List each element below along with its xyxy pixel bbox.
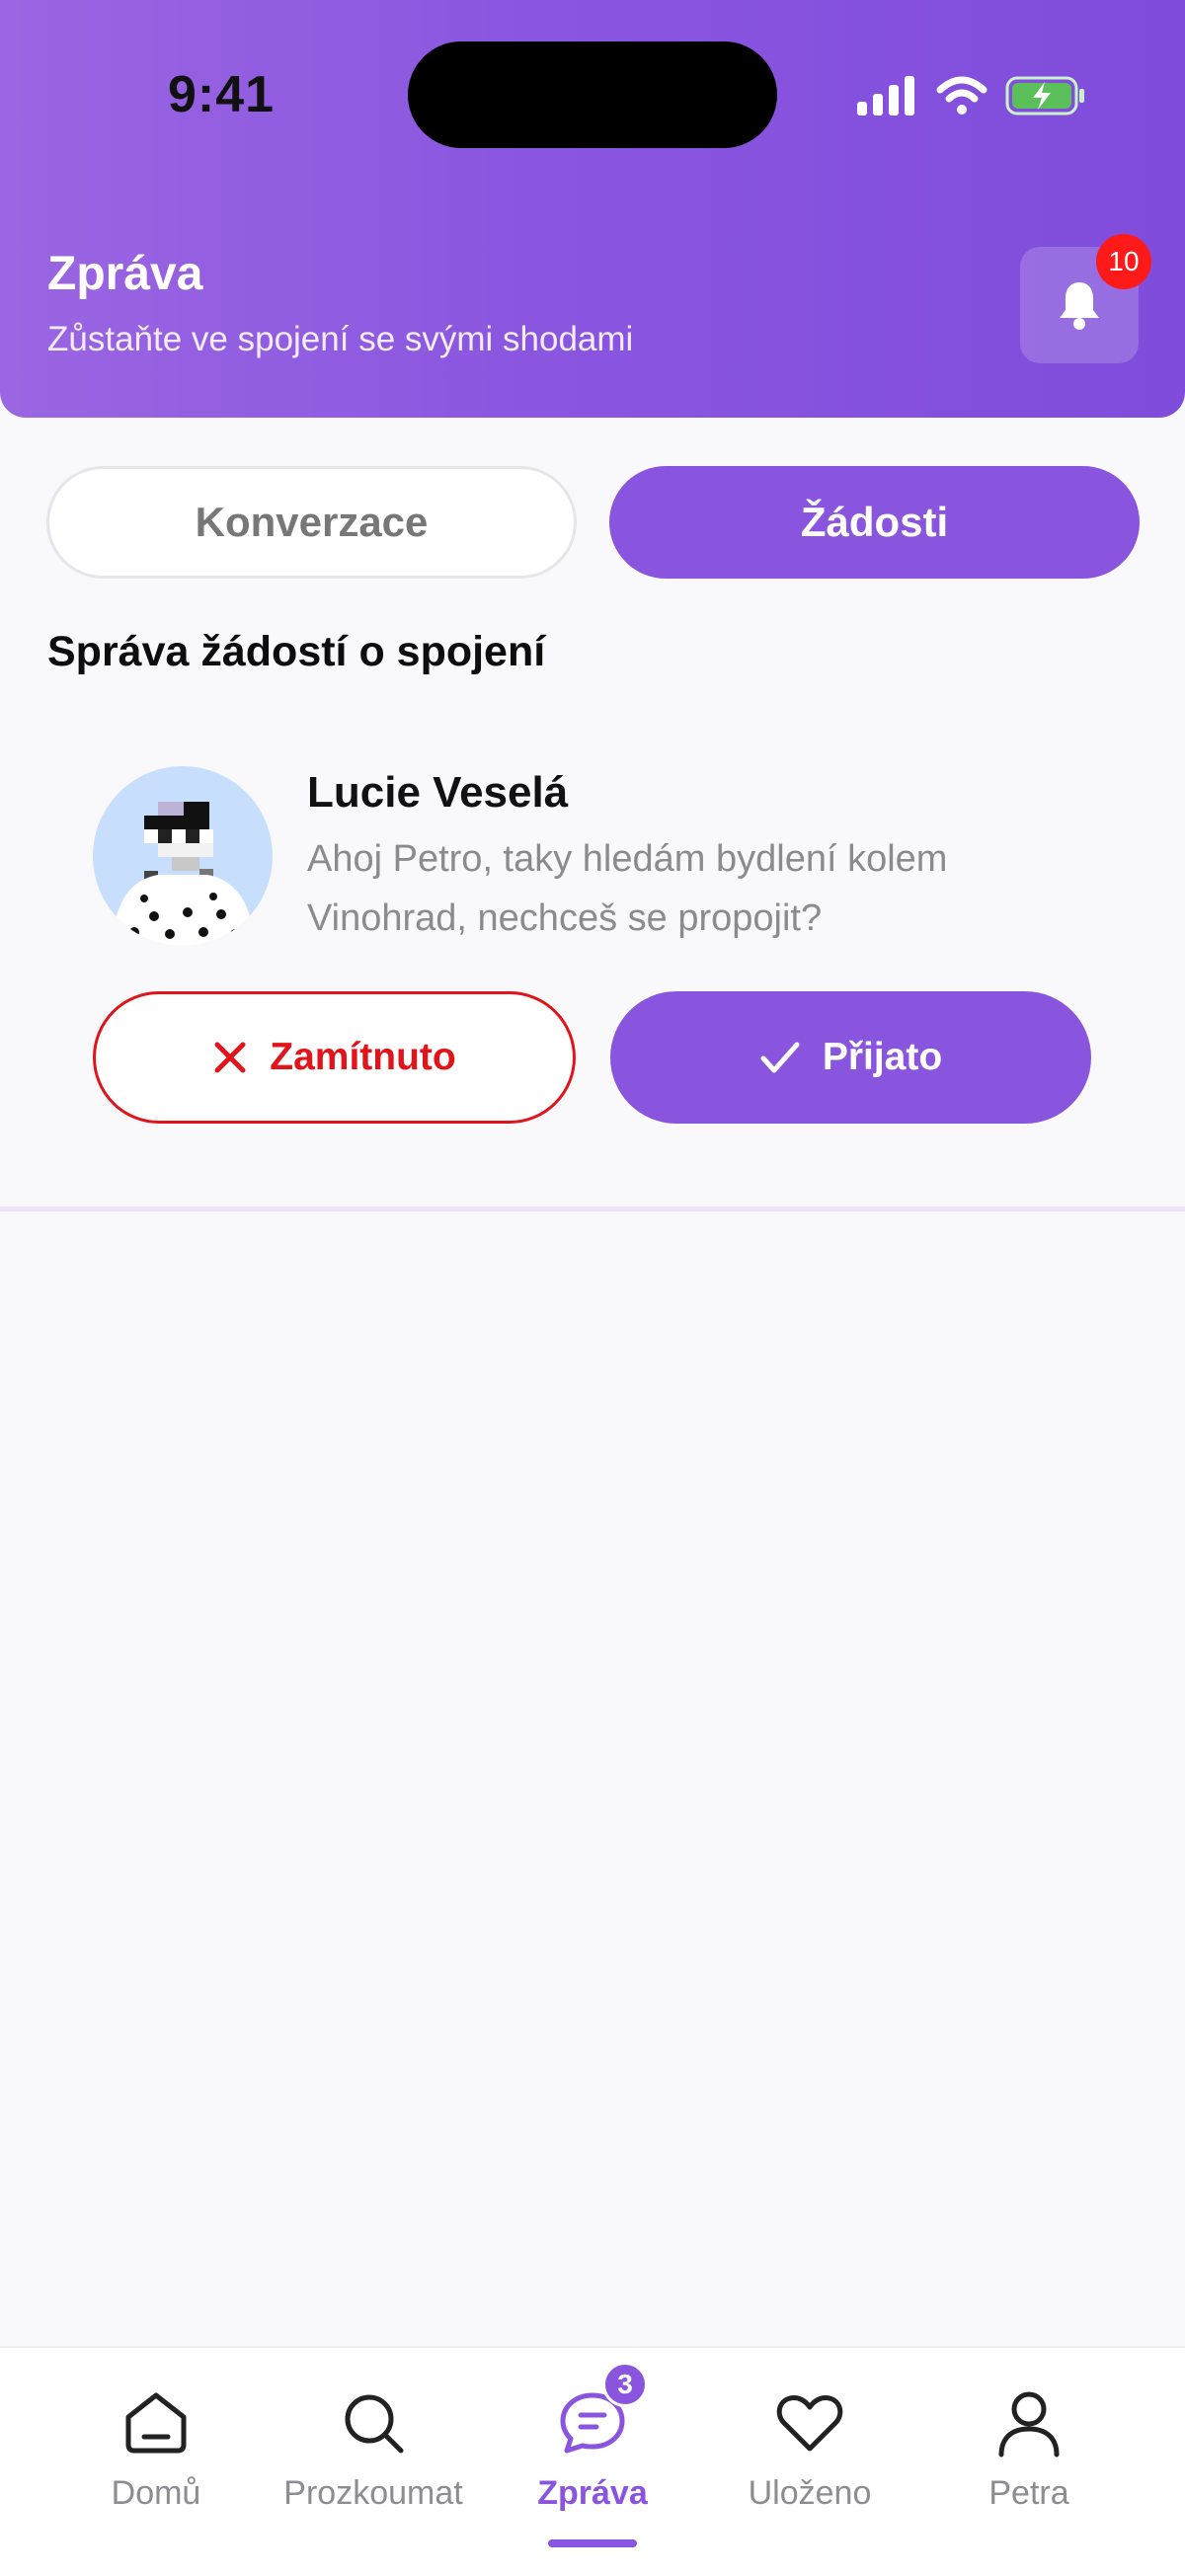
signal-icon: [857, 76, 914, 116]
notification-badge: 10: [1096, 234, 1151, 289]
home-icon: [125, 2392, 187, 2454]
request-message: Ahoj Petro, taky hledám bydlení kolem Vi…: [307, 838, 948, 939]
bottom-nav: Domů Prozkoumat Zpráva 3 Uloženo Petra: [0, 2346, 1185, 2576]
dynamic-island: [408, 41, 777, 148]
avatar[interactable]: [93, 766, 273, 946]
tab-requests[interactable]: Žádosti: [609, 466, 1140, 579]
heart-icon: [776, 2395, 843, 2452]
nav-label-explore: Prozkoumat: [283, 2474, 463, 2512]
nav-item-explore[interactable]: Prozkoumat: [265, 2348, 482, 2576]
nav-item-home[interactable]: Domů: [47, 2348, 265, 2576]
accept-button[interactable]: Přijato: [610, 991, 1091, 1124]
page-title: Zpráva: [47, 248, 203, 300]
nav-item-profile[interactable]: Petra: [920, 2348, 1138, 2576]
nav-label-home: Domů: [111, 2474, 201, 2512]
active-tab-indicator: [548, 2539, 637, 2547]
status-icons: [857, 71, 1086, 120]
page-header: 9:41 Zpráva Zůstaňte ve spojení se svými…: [0, 0, 1185, 418]
section-title: Správa žádostí o spojení: [47, 628, 546, 675]
close-icon: [214, 1042, 246, 1073]
battery-icon: [1005, 76, 1084, 116]
nav-label-profile: Petra: [988, 2474, 1069, 2512]
search-icon: [345, 2394, 404, 2454]
status-time: 9:41: [168, 66, 276, 123]
reject-button[interactable]: Zamítnuto: [93, 991, 576, 1124]
check-icon: [760, 1042, 800, 1073]
reject-label: Zamítnuto: [270, 1036, 456, 1078]
nav-item-saved[interactable]: Uloženo: [701, 2348, 918, 2576]
divider: [0, 1207, 1185, 1211]
accept-label: Přijato: [822, 1036, 943, 1078]
tab-conversations[interactable]: Konverzace: [46, 466, 577, 579]
page-subtitle: Zůstaňte ve spojení se svými shodami: [47, 320, 634, 358]
messages-badge: 3: [602, 2362, 648, 2407]
nav-label-messages: Zpráva: [537, 2474, 648, 2512]
bell-icon: [1060, 282, 1099, 330]
profile-icon: [998, 2391, 1060, 2458]
requester-name: Lucie Veselá: [307, 768, 569, 817]
wifi-icon: [936, 76, 988, 115]
nav-label-saved: Uloženo: [748, 2474, 872, 2512]
